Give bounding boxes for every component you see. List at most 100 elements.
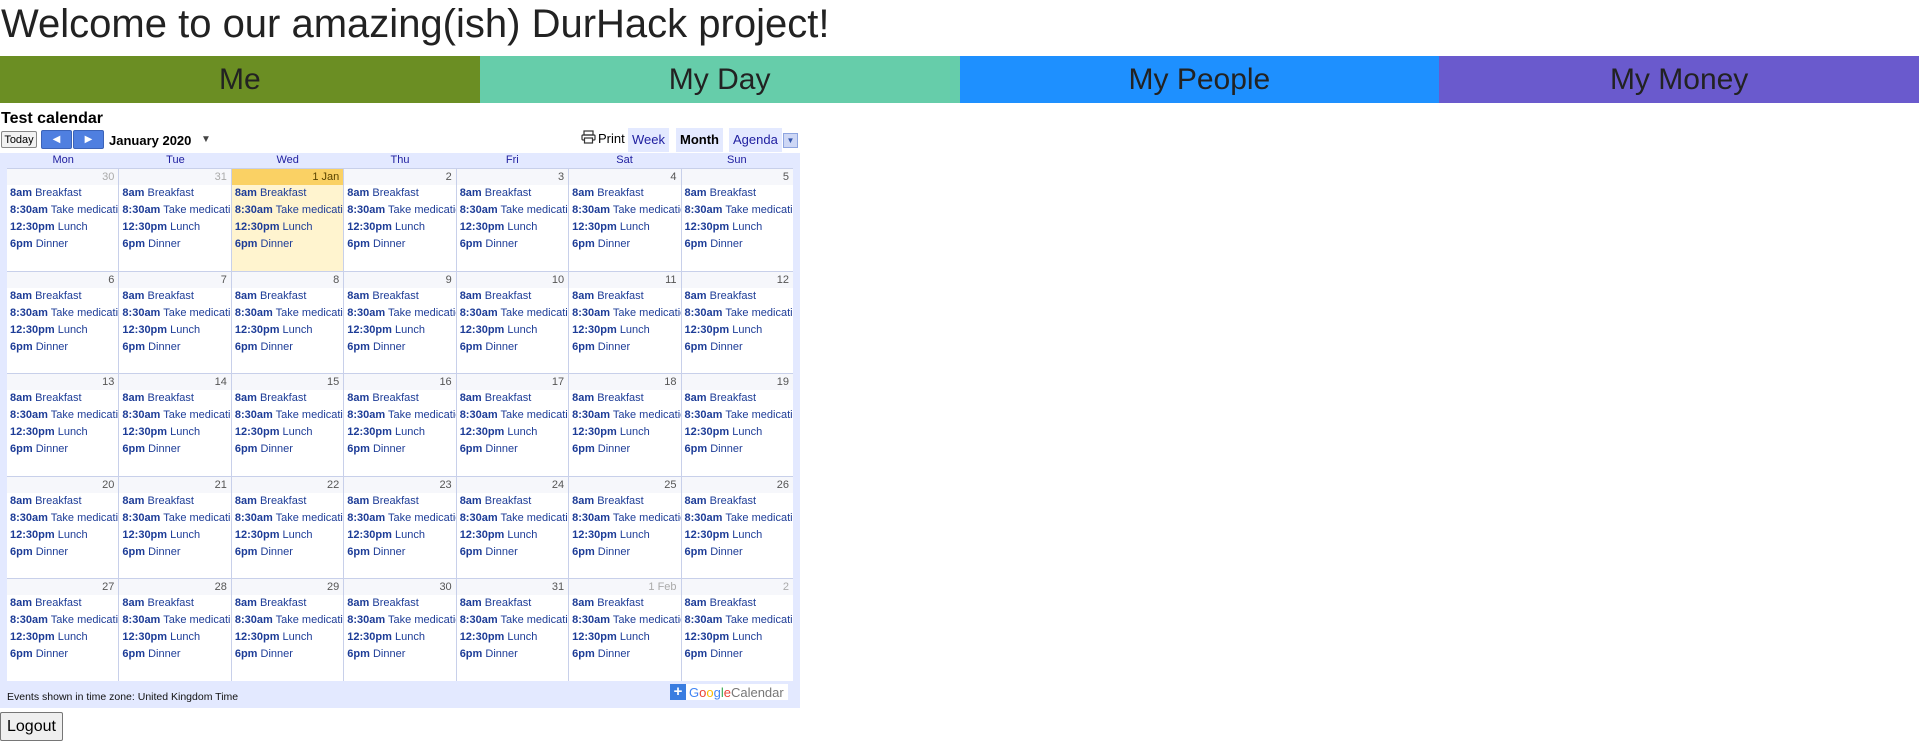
day-cell[interactable]: 318am Breakfast8:30am Take medication12:… (455, 579, 569, 681)
day-cell[interactable]: 208am Breakfast8:30am Take medication12:… (7, 476, 119, 579)
event-item[interactable]: 8am Breakfast (457, 288, 568, 305)
event-item[interactable]: 12:30pm Lunch (682, 219, 793, 236)
event-item[interactable]: 8am Breakfast (7, 185, 118, 202)
event-item[interactable]: 8:30am Take medication (344, 612, 455, 629)
event-item[interactable]: 12:30pm Lunch (232, 629, 343, 646)
day-number[interactable]: 21 (119, 476, 231, 493)
event-item[interactable]: 8am Breakfast (457, 390, 568, 407)
day-number[interactable]: 19 (681, 374, 793, 391)
event-item[interactable]: 8am Breakfast (7, 595, 118, 612)
day-number[interactable]: 24 (456, 476, 569, 493)
nav-my-day[interactable]: My Day (479, 56, 960, 103)
logout-button[interactable]: Logout (0, 712, 63, 741)
event-item[interactable]: 12:30pm Lunch (119, 219, 230, 236)
event-item[interactable]: 8:30am Take medication (232, 612, 343, 629)
event-item[interactable]: 8am Breakfast (232, 493, 343, 510)
day-number[interactable]: 30 (344, 579, 456, 596)
event-item[interactable]: 8am Breakfast (7, 288, 118, 305)
event-item[interactable]: 6pm Dinner (344, 339, 455, 356)
day-cell[interactable]: 148am Breakfast8:30am Take medication12:… (118, 374, 231, 476)
event-item[interactable]: 6pm Dinner (119, 544, 230, 561)
tab-week[interactable]: Week (628, 128, 669, 152)
event-item[interactable]: 12:30pm Lunch (7, 424, 118, 441)
day-cell[interactable]: 88am Breakfast8:30am Take medication12:3… (230, 271, 344, 374)
event-item[interactable]: 12:30pm Lunch (457, 424, 568, 441)
day-cell[interactable]: 188am Breakfast8:30am Take medication12:… (568, 374, 681, 476)
event-item[interactable]: 8am Breakfast (569, 493, 680, 510)
event-item[interactable]: 6pm Dinner (344, 646, 455, 663)
event-item[interactable]: 6pm Dinner (344, 544, 455, 561)
event-item[interactable]: 6pm Dinner (344, 441, 455, 458)
event-item[interactable]: 8:30am Take medication (232, 202, 343, 219)
event-item[interactable]: 8am Breakfast (344, 595, 455, 612)
month-picker-caret-icon[interactable]: ▼ (201, 134, 211, 145)
event-item[interactable]: 12:30pm Lunch (7, 527, 118, 544)
event-item[interactable]: 12:30pm Lunch (457, 527, 568, 544)
event-item[interactable]: 8am Breakfast (119, 185, 230, 202)
event-item[interactable]: 6pm Dinner (682, 339, 793, 356)
event-item[interactable]: 6pm Dinner (682, 441, 793, 458)
event-item[interactable]: 12:30pm Lunch (119, 424, 230, 441)
event-item[interactable]: 8:30am Take medication (119, 510, 230, 527)
event-item[interactable]: 6pm Dinner (569, 544, 680, 561)
day-cell[interactable]: 198am Breakfast8:30am Take medication12:… (680, 374, 793, 476)
day-number[interactable]: 17 (456, 374, 569, 391)
event-item[interactable]: 8am Breakfast (457, 493, 568, 510)
event-item[interactable]: 12:30pm Lunch (344, 219, 455, 236)
day-cell[interactable]: 158am Breakfast8:30am Take medication12:… (230, 374, 344, 476)
event-item[interactable]: 8:30am Take medication (569, 407, 680, 424)
event-item[interactable]: 12:30pm Lunch (119, 322, 230, 339)
event-item[interactable]: 12:30pm Lunch (682, 424, 793, 441)
event-item[interactable]: 8am Breakfast (569, 185, 680, 202)
prev-month-button[interactable]: ◀ (41, 130, 72, 149)
event-item[interactable]: 8am Breakfast (119, 288, 230, 305)
event-item[interactable]: 8:30am Take medication (457, 407, 568, 424)
event-item[interactable]: 8am Breakfast (119, 493, 230, 510)
event-item[interactable]: 6pm Dinner (119, 339, 230, 356)
view-menu-caret-icon[interactable]: ▼ (783, 133, 798, 148)
event-item[interactable]: 6pm Dinner (7, 646, 118, 663)
nav-me[interactable]: Me (0, 56, 480, 103)
day-number[interactable]: 2 (344, 169, 456, 185)
event-item[interactable]: 8am Breakfast (569, 390, 680, 407)
event-item[interactable]: 12:30pm Lunch (232, 219, 343, 236)
event-item[interactable]: 12:30pm Lunch (457, 219, 568, 236)
nav-my-people[interactable]: My People (959, 56, 1440, 103)
event-item[interactable]: 8:30am Take medication (682, 407, 793, 424)
print-button[interactable]: Print (581, 130, 625, 147)
event-item[interactable]: 12:30pm Lunch (344, 322, 455, 339)
day-number[interactable]: 5 (681, 169, 793, 185)
nav-my-money[interactable]: My Money (1439, 56, 1919, 103)
day-cell[interactable]: 288am Breakfast8:30am Take medication12:… (118, 579, 231, 681)
day-number[interactable]: 23 (344, 476, 456, 493)
event-item[interactable]: 6pm Dinner (457, 236, 568, 253)
event-item[interactable]: 8:30am Take medication (457, 305, 568, 322)
event-item[interactable]: 6pm Dinner (569, 236, 680, 253)
day-cell[interactable]: 278am Breakfast8:30am Take medication12:… (7, 579, 119, 681)
event-item[interactable]: 8:30am Take medication (682, 202, 793, 219)
day-number[interactable]: 11 (569, 271, 681, 288)
event-item[interactable]: 8am Breakfast (232, 595, 343, 612)
event-item[interactable]: 8:30am Take medication (457, 612, 568, 629)
google-calendar-badge[interactable]: + Google Calendar (670, 684, 788, 700)
event-item[interactable]: 8am Breakfast (119, 390, 230, 407)
day-cell[interactable]: 238am Breakfast8:30am Take medication12:… (343, 476, 456, 579)
event-item[interactable]: 8am Breakfast (232, 390, 343, 407)
event-item[interactable]: 6pm Dinner (119, 441, 230, 458)
event-item[interactable]: 12:30pm Lunch (457, 322, 568, 339)
day-number[interactable]: 12 (681, 271, 793, 288)
day-cell[interactable]: 258am Breakfast8:30am Take medication12:… (568, 476, 681, 579)
day-cell[interactable]: 178am Breakfast8:30am Take medication12:… (455, 374, 569, 476)
event-item[interactable]: 12:30pm Lunch (232, 322, 343, 339)
event-item[interactable]: 6pm Dinner (7, 236, 118, 253)
day-number[interactable]: 14 (119, 374, 231, 391)
event-item[interactable]: 12:30pm Lunch (682, 629, 793, 646)
event-item[interactable]: 8am Breakfast (569, 595, 680, 612)
day-cell[interactable]: 108am Breakfast8:30am Take medication12:… (455, 271, 569, 374)
day-number[interactable]: 16 (344, 374, 456, 391)
day-cell[interactable]: 318am Breakfast8:30am Take medication12:… (118, 169, 231, 271)
event-item[interactable]: 6pm Dinner (344, 236, 455, 253)
day-cell[interactable]: 218am Breakfast8:30am Take medication12:… (118, 476, 231, 579)
event-item[interactable]: 8:30am Take medication (232, 305, 343, 322)
event-item[interactable]: 8:30am Take medication (344, 202, 455, 219)
